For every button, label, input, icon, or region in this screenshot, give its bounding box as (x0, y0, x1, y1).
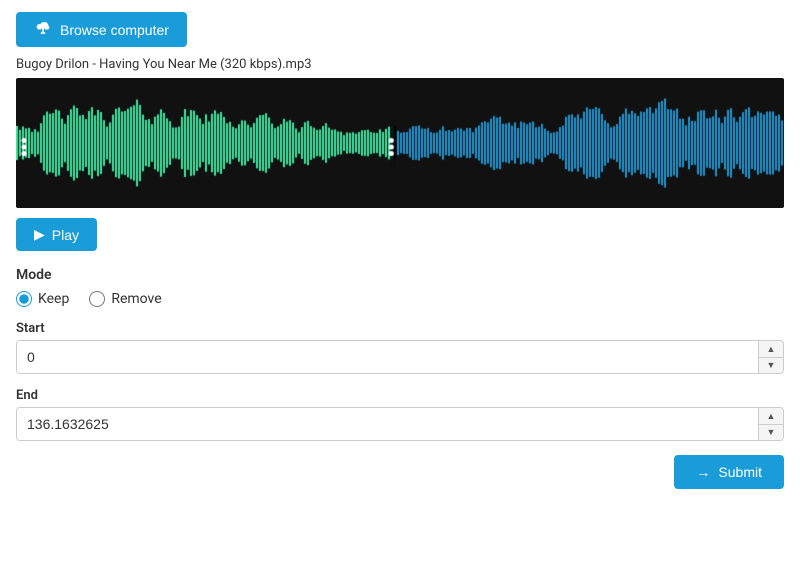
submit-label: Submit (718, 464, 762, 480)
submit-button[interactable]: → Submit (674, 455, 784, 489)
mode-remove-label: Remove (111, 291, 161, 307)
play-button[interactable]: ▶ Play (16, 218, 97, 251)
end-spin-up[interactable]: ▲ (759, 408, 783, 424)
mode-keep-radio[interactable] (16, 291, 32, 307)
submit-row: → Submit (16, 455, 784, 489)
start-input[interactable] (17, 341, 758, 373)
start-spin-up[interactable]: ▲ (759, 341, 783, 357)
end-input[interactable] (17, 408, 758, 440)
start-spin-down[interactable]: ▼ (759, 357, 783, 374)
end-input-wrapper: ▲ ▼ (16, 407, 784, 441)
mode-radio-group: Keep Remove (16, 291, 784, 307)
start-spin-buttons: ▲ ▼ (758, 341, 783, 373)
upload-cloud-icon (34, 20, 52, 39)
arrow-right-icon: → (696, 464, 710, 480)
mode-label: Mode (16, 267, 784, 283)
end-spin-down[interactable]: ▼ (759, 424, 783, 441)
start-input-wrapper: ▲ ▼ (16, 340, 784, 374)
mode-keep-label: Keep (38, 291, 69, 307)
mode-remove-option[interactable]: Remove (89, 291, 161, 307)
filename-label: Bugoy Drilon - Having You Near Me (320 k… (16, 57, 784, 72)
waveform-canvas[interactable] (16, 78, 784, 208)
browse-computer-button[interactable]: Browse computer (16, 12, 187, 47)
mode-keep-option[interactable]: Keep (16, 291, 69, 307)
start-label: Start (16, 321, 784, 336)
end-label: End (16, 388, 784, 403)
mode-remove-radio[interactable] (89, 291, 105, 307)
play-label: Play (52, 227, 79, 243)
play-icon: ▶ (34, 226, 45, 243)
end-spin-buttons: ▲ ▼ (758, 408, 783, 440)
waveform-container[interactable] (16, 78, 784, 208)
browse-computer-label: Browse computer (60, 22, 169, 38)
